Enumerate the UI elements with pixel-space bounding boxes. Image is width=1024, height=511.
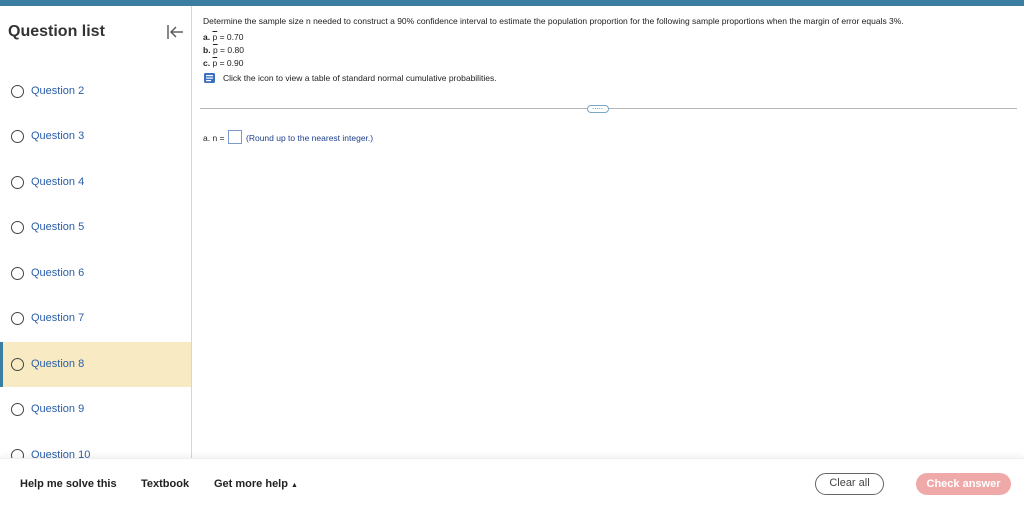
unanswered-circle-icon bbox=[11, 449, 24, 458]
question-item-6[interactable]: Question 6 bbox=[0, 251, 191, 296]
question-item-4[interactable]: Question 4 bbox=[0, 160, 191, 205]
help-me-solve-button[interactable]: Help me solve this bbox=[20, 478, 117, 490]
get-more-help-button[interactable]: Get more help ▲ bbox=[214, 478, 298, 490]
question-label: Question 9 bbox=[31, 403, 85, 415]
question-label: Question 2 bbox=[31, 85, 85, 97]
option-b: b. p = 0.80 bbox=[203, 45, 244, 55]
option-c: c. p = 0.90 bbox=[203, 58, 243, 68]
question-item-2[interactable]: Question 2 bbox=[0, 69, 191, 114]
unanswered-circle-icon bbox=[11, 267, 24, 280]
p-bar-symbol: p bbox=[212, 32, 218, 42]
unanswered-circle-icon bbox=[11, 130, 24, 143]
option-letter: c. bbox=[203, 58, 211, 68]
unanswered-circle-icon bbox=[11, 312, 24, 325]
question-label: Question 8 bbox=[31, 358, 85, 370]
footer-bar: Help me solve this Textbook Get more hel… bbox=[0, 458, 1024, 511]
clear-all-button[interactable]: Clear all bbox=[815, 473, 884, 495]
sidebar-title: Question list bbox=[8, 23, 105, 40]
question-label: Question 4 bbox=[31, 176, 85, 188]
book-icon[interactable] bbox=[203, 72, 216, 84]
textbook-button[interactable]: Textbook bbox=[141, 478, 189, 490]
question-item-8[interactable]: Question 8 bbox=[0, 342, 191, 387]
option-value: = 0.70 bbox=[219, 32, 244, 42]
question-prompt: Determine the sample size n needed to co… bbox=[203, 16, 904, 26]
question-item-3[interactable]: Question 3 bbox=[0, 114, 191, 159]
question-label: Question 5 bbox=[31, 221, 85, 233]
collapse-sidebar-icon[interactable] bbox=[165, 23, 185, 41]
question-panel: Determine the sample size n needed to co… bbox=[192, 6, 1024, 458]
unanswered-circle-icon bbox=[11, 403, 24, 416]
question-label: Question 3 bbox=[31, 130, 85, 142]
sidebar-header: Question list bbox=[0, 6, 191, 56]
option-value: = 0.80 bbox=[220, 45, 244, 55]
answer-prefix: a. n = bbox=[203, 133, 225, 143]
p-bar-symbol: p bbox=[212, 45, 218, 55]
question-label: Question 7 bbox=[31, 312, 85, 324]
expand-more-button[interactable]: ..... bbox=[587, 102, 609, 113]
answer-input[interactable] bbox=[228, 130, 242, 144]
option-a: a. p = 0.70 bbox=[203, 32, 243, 42]
table-link-text: Click the icon to view a table of standa… bbox=[223, 73, 497, 83]
unanswered-circle-icon bbox=[11, 85, 24, 98]
get-more-help-label: Get more help bbox=[214, 478, 288, 490]
question-label: Question 10 bbox=[31, 449, 91, 458]
option-letter: b. bbox=[203, 45, 211, 55]
option-letter: a. bbox=[203, 32, 211, 42]
question-item-7[interactable]: Question 7 bbox=[0, 296, 191, 341]
check-answer-button[interactable]: Check answer bbox=[916, 473, 1011, 495]
answer-hint: (Round up to the nearest integer.) bbox=[246, 133, 374, 143]
p-bar-symbol: p bbox=[212, 58, 218, 68]
unanswered-circle-icon bbox=[11, 176, 24, 189]
unanswered-circle-icon bbox=[11, 221, 24, 234]
question-list-sidebar: Question list Question 2 Question 3 Ques… bbox=[0, 6, 192, 458]
caret-up-icon: ▲ bbox=[290, 482, 298, 489]
question-label: Question 6 bbox=[31, 267, 85, 279]
option-value: = 0.90 bbox=[219, 58, 244, 68]
question-item-10[interactable]: Question 10 bbox=[0, 433, 191, 458]
question-item-9[interactable]: Question 9 bbox=[0, 387, 191, 432]
unanswered-circle-icon bbox=[11, 358, 24, 371]
more-dots: ..... bbox=[592, 102, 604, 111]
question-item-5[interactable]: Question 5 bbox=[0, 205, 191, 250]
